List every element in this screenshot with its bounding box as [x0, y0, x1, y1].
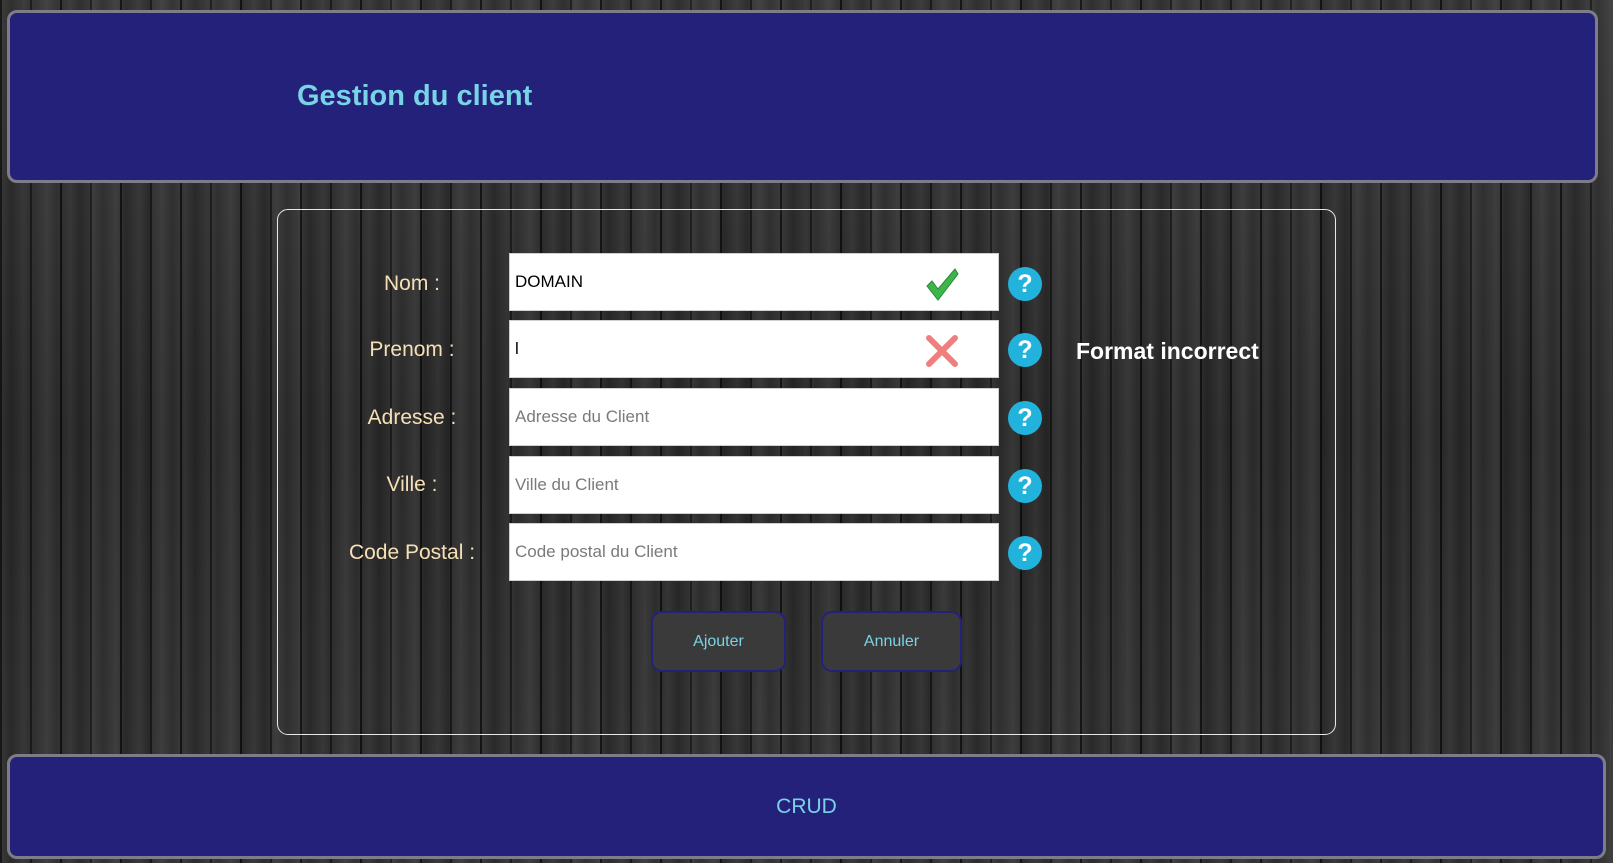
prenom-label: Prenom :: [369, 338, 455, 361]
checkmark-icon: [926, 268, 959, 301]
page-title: Gestion du client: [297, 80, 533, 112]
prenom-field-box: [509, 320, 999, 378]
code-postal-help-icon[interactable]: ?: [1008, 536, 1042, 570]
code-postal-label: Code Postal :: [348, 541, 476, 564]
ville-label: Ville :: [386, 473, 438, 496]
footer-text: CRUD: [776, 795, 837, 818]
nom-field-box: [509, 253, 999, 311]
nom-label: Nom :: [383, 272, 440, 295]
nom-help-icon[interactable]: ?: [1008, 267, 1042, 301]
header-banner: [7, 10, 1598, 183]
error-message: Format incorrect: [1076, 338, 1259, 364]
code-postal-field-box: [509, 523, 999, 581]
cross-icon: [926, 335, 958, 367]
ville-input[interactable]: [510, 457, 998, 513]
code-postal-input[interactable]: [510, 524, 998, 580]
adresse-input[interactable]: [510, 389, 998, 445]
adresse-field-box: [509, 388, 999, 446]
adresse-help-icon[interactable]: ?: [1008, 401, 1042, 435]
ville-help-icon[interactable]: ?: [1008, 469, 1042, 503]
adresse-label: Adresse :: [367, 406, 457, 429]
ville-field-box: [509, 456, 999, 514]
add-button[interactable]: Ajouter: [651, 611, 786, 672]
prenom-help-icon[interactable]: ?: [1008, 333, 1042, 367]
cancel-button[interactable]: Annuler: [821, 611, 962, 672]
